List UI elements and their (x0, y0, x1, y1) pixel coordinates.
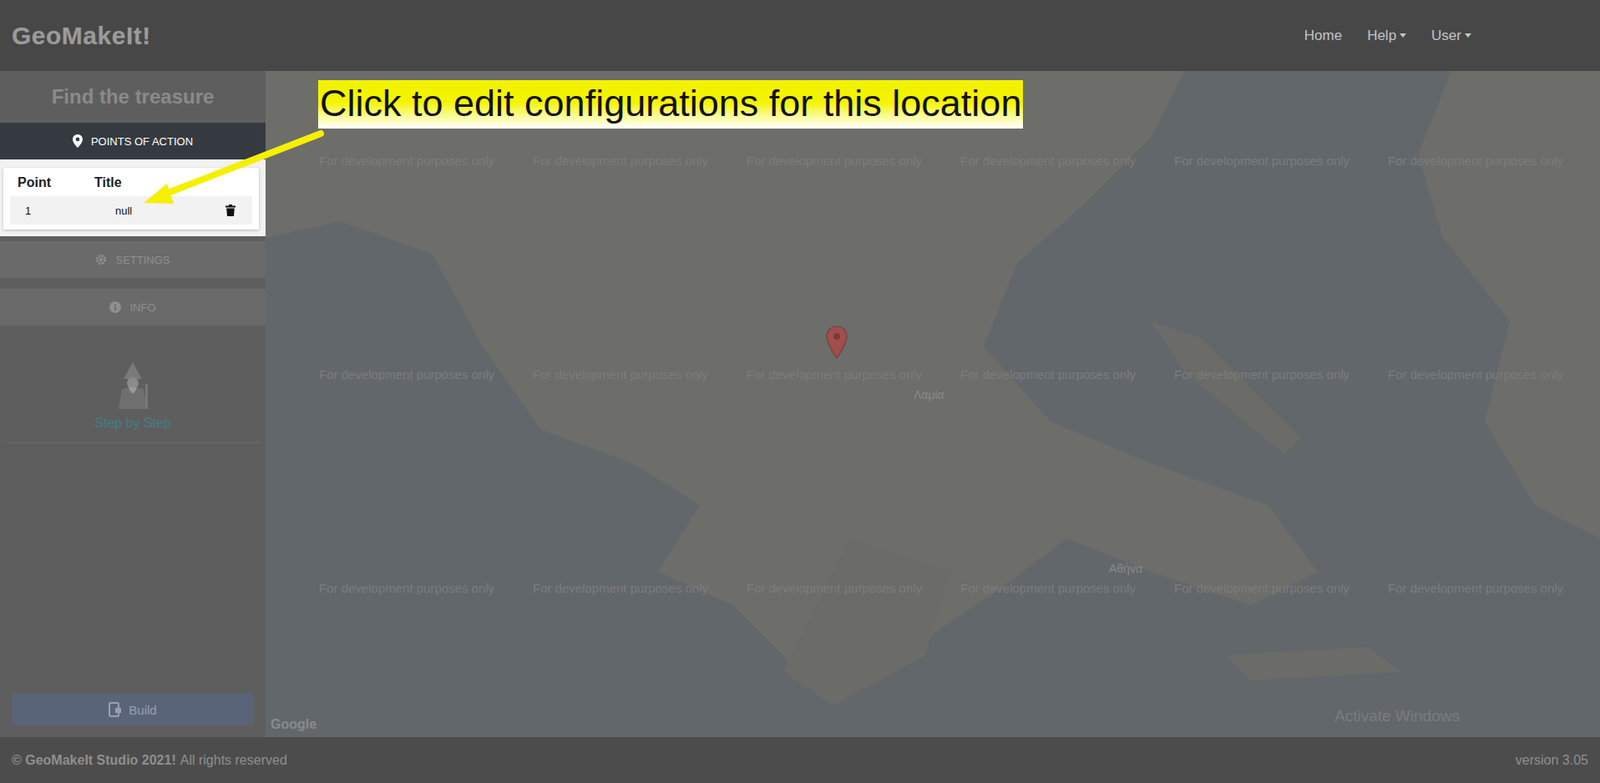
activate-windows-notice: Activate Windows (1334, 707, 1460, 726)
city-label: Λαμία (913, 388, 945, 402)
build-button[interactable]: Build (11, 693, 254, 726)
wizard-icon (110, 360, 156, 413)
trash-icon[interactable] (225, 204, 236, 217)
map-watermark: For development purposes only (1387, 581, 1564, 596)
table-cell: null (89, 204, 226, 218)
map-watermark: For development purposes only (318, 581, 495, 596)
copyright: © GeoMakeIt Studio 2021! (11, 753, 177, 769)
build-label: Build (128, 703, 157, 718)
section-label: SETTINGS (115, 253, 170, 267)
project-title: Find the treasure (0, 70, 266, 123)
map-watermark: For development purposes only (960, 581, 1136, 596)
points-icon (72, 134, 83, 148)
section-header[interactable]: SETTINGS (0, 241, 266, 279)
city-label: Αθήνα (1108, 562, 1143, 576)
nav-label: User (1431, 27, 1462, 45)
delete-button[interactable] (225, 204, 253, 217)
nav-link[interactable]: Help (1367, 27, 1407, 45)
map-watermark: For development purposes only (1387, 367, 1564, 382)
nav-link[interactable]: Home (1304, 27, 1342, 45)
logo[interactable]: GeoMakeIt! (11, 21, 152, 51)
section-header[interactable]: POINTS OF ACTION (0, 122, 266, 160)
nav-label: Help (1367, 27, 1397, 45)
column-header: Point (10, 175, 90, 191)
column-header: Title (89, 175, 226, 191)
nav-link[interactable]: User (1431, 27, 1472, 45)
caret-icon (1464, 33, 1472, 38)
table-row[interactable]: 1null (10, 196, 253, 225)
caret-icon (1399, 33, 1407, 38)
tutorial-tooltip: Click to edit configurations for this lo… (318, 80, 1023, 129)
settings-icon (95, 253, 107, 266)
map-watermark: For development purposes only (532, 581, 709, 596)
step-by-step-card[interactable]: Step by Step (5, 350, 261, 444)
nav-links: Home Help User (1304, 27, 1472, 45)
map-watermark: For development purposes only (746, 581, 922, 596)
map-watermark: For development purposes only (746, 367, 922, 382)
google-logo: Google (270, 717, 317, 733)
map-watermark: For development purposes only (960, 153, 1136, 168)
info-icon (109, 301, 122, 314)
navbar: GeoMakeIt! Home Help User (0, 0, 1600, 71)
section-label: POINTS OF ACTION (91, 135, 193, 148)
map-watermark: For development purposes only (1387, 153, 1564, 168)
map-watermark: For development purposes only (532, 367, 709, 382)
rights: All rights reserved (180, 753, 288, 769)
main: Find the treasure POINTS OF ACTION PointTi… (0, 70, 1600, 738)
map-watermark: For development purposes only (1174, 581, 1350, 596)
section: SETTINGS (0, 241, 266, 279)
sidebar: Find the treasure POINTS OF ACTION PointTi… (0, 70, 266, 738)
map-watermark: For development purposes only (746, 153, 922, 168)
map-watermark: For development purposes only (1174, 367, 1350, 382)
section-header[interactable]: INFO (0, 288, 266, 326)
map-watermark: For development purposes only (532, 153, 709, 168)
section: INFO (0, 288, 266, 326)
build-icon (108, 702, 122, 718)
table-cell: 1 (10, 204, 90, 218)
section-label: INFO (129, 301, 156, 314)
nav-label: Home (1304, 27, 1342, 45)
table-header: PointTitle (10, 169, 253, 197)
guide-label: Step by Step (94, 415, 172, 431)
map-pin-icon[interactable] (825, 325, 848, 360)
version: version 3.05 (1515, 753, 1589, 769)
map-watermark: For development purposes only (318, 153, 495, 168)
map[interactable]: For development purposes only For develop… (265, 70, 1600, 738)
map-watermark: For development purposes only (1174, 153, 1350, 168)
map-land (265, 70, 1600, 738)
points-panel: POINTS OF ACTIONPointTitle1null (0, 122, 266, 237)
map-watermark: For development purposes only (318, 367, 495, 382)
map-watermark: For development purposes only (960, 367, 1136, 382)
points-table: PointTitle1null (3, 167, 259, 230)
footer: © GeoMakeIt Studio 2021!All rights reser… (0, 737, 1600, 783)
